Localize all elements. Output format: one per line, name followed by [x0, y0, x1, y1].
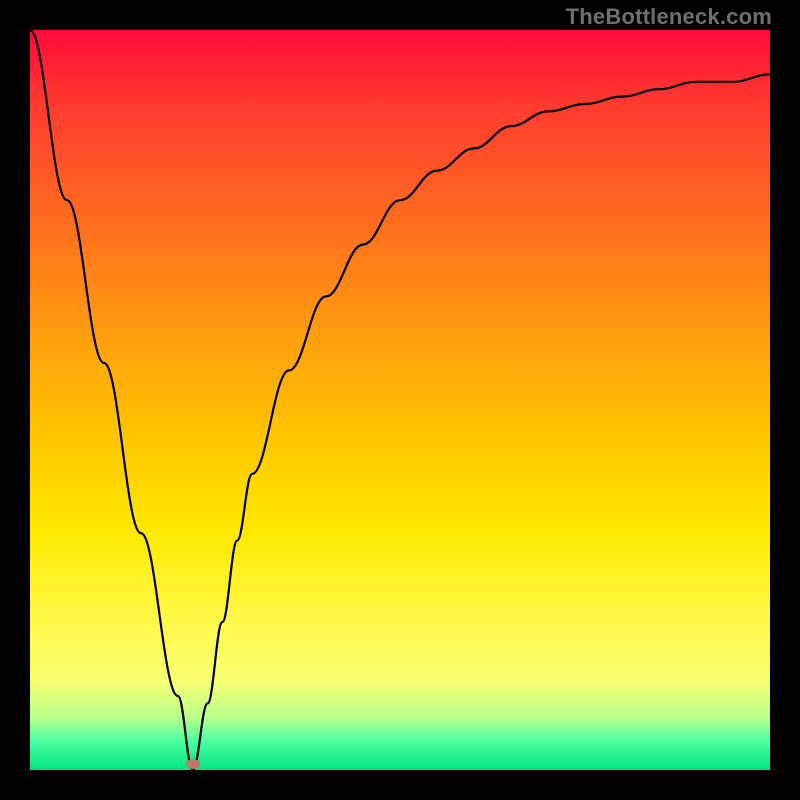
- watermark-label: TheBottleneck.com: [566, 4, 772, 30]
- chart-container: TheBottleneck.com: [0, 0, 800, 800]
- optimal-point-marker: [186, 759, 200, 769]
- plot-area: [30, 30, 770, 770]
- bottleneck-curve: [30, 30, 770, 770]
